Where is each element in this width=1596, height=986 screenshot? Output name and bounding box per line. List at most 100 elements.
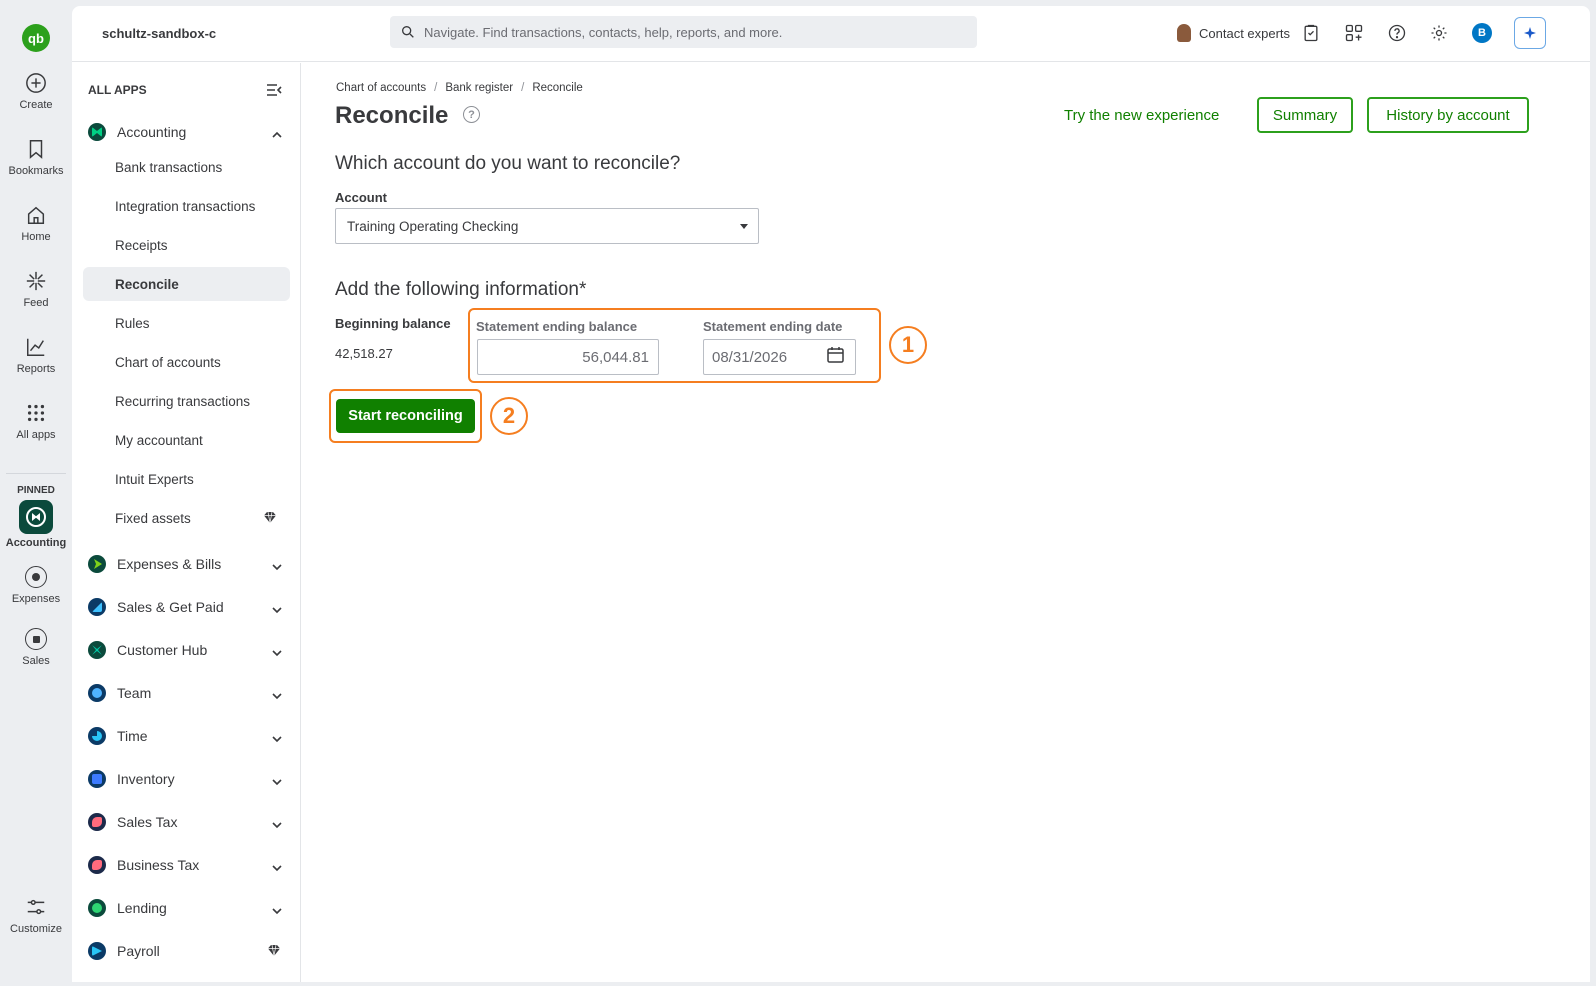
beginning-balance-value: 42,518.27 (335, 346, 393, 361)
rail-bookmarks[interactable]: Bookmarks (0, 138, 72, 177)
nav-group-team[interactable]: Team (88, 681, 288, 705)
rail-label: Home (21, 231, 51, 243)
nav-group-label: Team (117, 685, 152, 701)
rail-feed[interactable]: Feed (0, 270, 72, 309)
rail-create[interactable]: Create (0, 72, 72, 111)
nav-group-label: Expenses & Bills (117, 556, 222, 572)
rail-customize[interactable]: Customize (0, 896, 72, 935)
nav-group-sales-tax[interactable]: Sales Tax (88, 810, 288, 834)
nav-item-integration-transactions[interactable]: Integration transactions (83, 189, 290, 223)
account-label: Account (335, 190, 387, 205)
clipboard-icon[interactable] (1301, 23, 1321, 43)
home-icon (27, 206, 45, 224)
chevron-down-icon (272, 860, 282, 872)
breadcrumb-current: Reconcile (532, 82, 583, 94)
nav-group-business-tax[interactable]: Business Tax (88, 853, 288, 877)
company-name[interactable]: schultz-sandbox-c (102, 26, 216, 41)
pinned-heading: PINNED (17, 485, 55, 496)
rail-home[interactable]: Home (0, 204, 72, 243)
nav-group-customer-hub[interactable]: Customer Hub (88, 638, 288, 662)
nav-group-label: Business Tax (117, 857, 200, 873)
nav-item-receipts[interactable]: Receipts (83, 228, 290, 262)
accounting-app-icon (19, 500, 53, 534)
nav-item-chart-of-accounts[interactable]: Chart of accounts (83, 345, 290, 379)
lending-app-icon (88, 899, 106, 917)
rail-pinned-sales[interactable]: Sales (0, 628, 72, 667)
nav-item-rules[interactable]: Rules (83, 306, 290, 340)
start-reconciling-button[interactable]: Start reconciling (336, 399, 475, 433)
nav-group-inventory[interactable]: Inventory (88, 767, 288, 791)
line-chart-icon (27, 338, 45, 356)
contact-experts[interactable]: Contact experts (1177, 24, 1290, 42)
ending-balance-input[interactable] (477, 339, 659, 375)
question-mark-icon[interactable]: ? (463, 106, 480, 123)
expert-avatar-icon (1177, 24, 1191, 42)
rail-pinned-accounting[interactable]: Accounting (0, 500, 72, 549)
nav-item-label: Intuit Experts (115, 471, 194, 487)
step-2-marker: 2 (490, 397, 528, 435)
nav-group-lending[interactable]: Lending (88, 896, 288, 920)
global-search[interactable] (390, 16, 977, 48)
nav-group-sales-get-paid[interactable]: Sales & Get Paid (88, 595, 288, 619)
beginning-balance-label: Beginning balance (335, 316, 451, 331)
chevron-down-icon (272, 903, 282, 915)
help-icon[interactable] (1387, 23, 1407, 43)
rail-label: Expenses (11, 593, 61, 605)
ending-date-label: Statement ending date (703, 319, 843, 334)
chevron-down-icon (272, 774, 282, 786)
nav-item-label: Chart of accounts (115, 354, 221, 370)
summary-button[interactable]: Summary (1257, 97, 1353, 133)
top-bar: schultz-sandbox-c Contact experts B (72, 6, 1590, 62)
apps-switcher-icon[interactable] (1344, 23, 1364, 43)
try-new-experience-link[interactable]: Try the new experience (1064, 107, 1219, 124)
rail-label: Reports (16, 363, 56, 375)
step-1-marker: 1 (889, 326, 927, 364)
nav-item-recurring-transactions[interactable]: Recurring transactions (83, 384, 290, 418)
account-select[interactable]: Training Operating Checking (335, 208, 759, 244)
grid-dots-icon (27, 404, 45, 422)
nav-item-label: Integration transactions (115, 198, 256, 214)
nav-group-label: Sales & Get Paid (117, 599, 224, 615)
expenses-app-icon (88, 555, 106, 573)
business-tax-app-icon (88, 856, 106, 874)
diamond-icon (268, 945, 280, 956)
rail-reports[interactable]: Reports (0, 336, 72, 375)
rail-all-apps[interactable]: All apps (0, 402, 72, 441)
customer-hub-app-icon (88, 641, 106, 659)
ai-assistant-button[interactable] (1514, 17, 1546, 49)
history-by-account-button[interactable]: History by account (1367, 97, 1529, 133)
gear-icon[interactable] (1429, 23, 1449, 43)
search-input[interactable] (424, 24, 964, 40)
accounting-app-icon (88, 123, 106, 141)
plus-circle-icon (26, 73, 46, 93)
quickbooks-logo[interactable]: qb (22, 24, 50, 52)
nav-group-payroll[interactable]: Payroll (88, 939, 288, 963)
sales-tax-app-icon (88, 813, 106, 831)
time-app-icon (88, 727, 106, 745)
breadcrumb-chart-of-accounts[interactable]: Chart of accounts (336, 82, 426, 94)
info-heading: Add the following information* (335, 279, 587, 300)
collapse-menu-icon[interactable] (266, 83, 282, 97)
nav-item-bank-transactions[interactable]: Bank transactions (83, 150, 290, 184)
chevron-down-icon (272, 645, 282, 657)
rail-pinned-expenses[interactable]: Expenses (0, 566, 72, 605)
nav-item-fixed-assets[interactable]: Fixed assets (83, 501, 290, 535)
nav-item-intuit-experts[interactable]: Intuit Experts (83, 462, 290, 496)
user-avatar[interactable]: B (1472, 23, 1492, 43)
nav-group-accounting[interactable]: Accounting (88, 120, 288, 144)
inventory-app-icon (88, 770, 106, 788)
rail-label: All apps (16, 429, 56, 441)
nav-group-expenses-bills[interactable]: Expenses & Bills (88, 552, 288, 576)
nav-group-time[interactable]: Time (88, 724, 288, 748)
team-app-icon (88, 684, 106, 702)
nav-item-reconcile[interactable]: Reconcile (83, 267, 290, 301)
nav-group-label: Time (117, 728, 148, 744)
account-select-value: Training Operating Checking (347, 218, 519, 234)
nav-item-my-accountant[interactable]: My accountant (83, 423, 290, 457)
breadcrumb-bank-register[interactable]: Bank register (445, 82, 513, 94)
nav-group-label: Accounting (117, 124, 187, 140)
main-frame: schultz-sandbox-c Contact experts B ALL … (72, 6, 1590, 982)
nav-group-label: Payroll (117, 943, 160, 959)
diamond-icon (264, 512, 276, 523)
calendar-icon[interactable] (827, 347, 844, 363)
